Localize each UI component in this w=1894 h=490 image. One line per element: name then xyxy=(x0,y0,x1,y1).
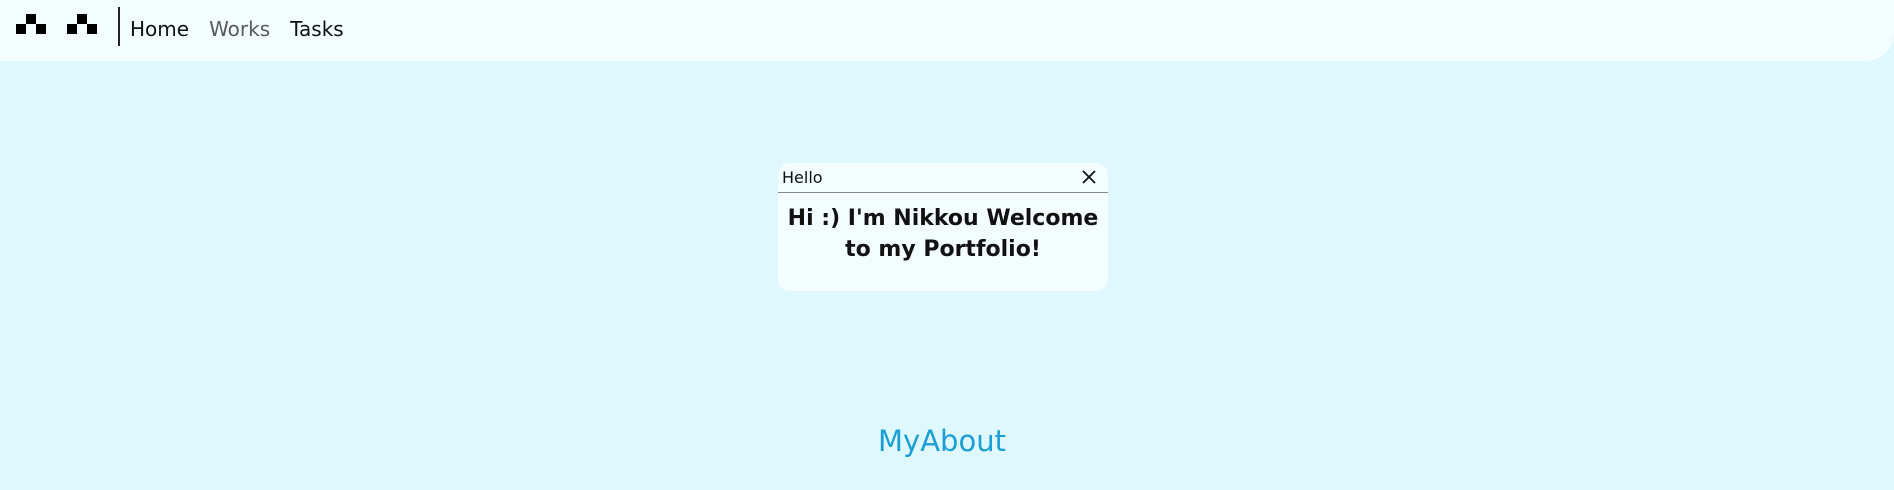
hello-dialog: Hello Hi :) I'm Nikkou Welcome to my Por… xyxy=(778,163,1108,291)
nav-divider xyxy=(118,7,120,46)
dialog-title: Hello xyxy=(782,168,823,187)
dialog-message: Hi :) I'm Nikkou Welcome to my Portfolio… xyxy=(787,206,1099,262)
main-nav: Home Works Tasks xyxy=(130,0,344,58)
dialog-header: Hello xyxy=(778,163,1108,193)
nav-tasks[interactable]: Tasks xyxy=(290,17,344,41)
top-navigation-bar: Home Works Tasks xyxy=(0,0,1894,61)
nav-works[interactable]: Works xyxy=(209,17,270,41)
my-about-link[interactable]: MyAbout xyxy=(0,424,1884,458)
nav-home[interactable]: Home xyxy=(130,17,189,41)
checkered-logo-icon[interactable] xyxy=(16,14,104,38)
close-icon[interactable] xyxy=(1080,168,1098,186)
